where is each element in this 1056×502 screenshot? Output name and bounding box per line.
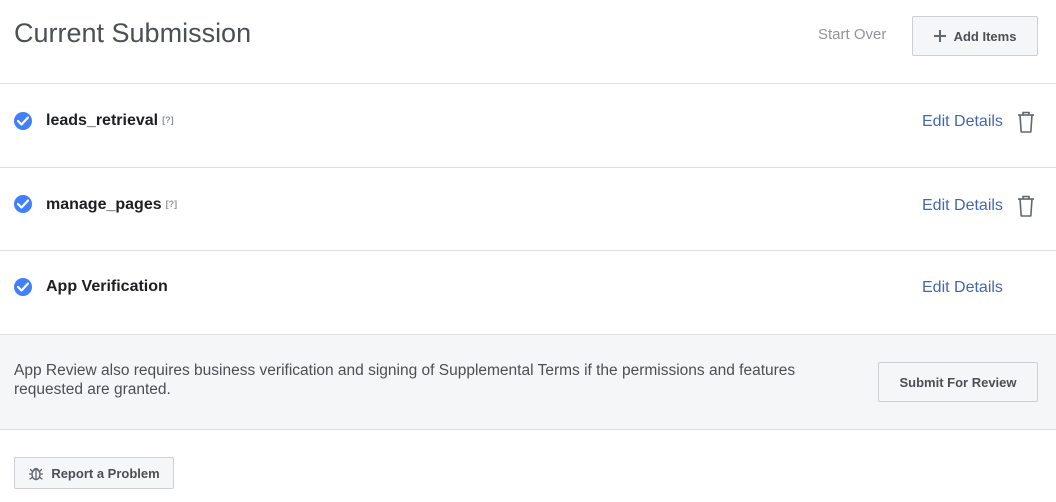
page-title: Current Submission [14,18,252,48]
item-name-text: leads_retrieval [46,112,159,129]
submit-for-review-button[interactable]: Submit For Review [878,362,1038,402]
item-name: App Verification [46,278,168,295]
review-notice: App Review also requires business verifi… [0,335,1056,430]
trash-icon[interactable] [1016,194,1036,223]
add-items-button[interactable]: Add Items [912,16,1038,56]
bug-icon [28,465,44,481]
list-item: manage_pages [?] Edit Details [0,168,1056,251]
list-item: App Verification Edit Details [0,251,1056,335]
start-over-link[interactable]: Start Over [818,26,886,43]
edit-details-link[interactable]: Edit Details [922,197,1003,215]
item-name: manage_pages [?] [46,196,177,214]
item-name: leads_retrieval [?] [46,112,174,130]
notice-text: App Review also requires business verifi… [14,362,796,398]
help-link[interactable]: [?] [166,199,178,209]
item-name-text: manage_pages [46,196,162,213]
plus-icon [933,30,946,42]
list-item: leads_retrieval [?] Edit Details [0,84,1056,168]
check-circle-icon [14,112,32,130]
report-problem-button[interactable]: Report a Problem [14,457,174,489]
check-circle-icon [14,278,32,296]
report-problem-label: Report a Problem [51,465,160,481]
trash-icon[interactable] [1016,110,1036,139]
add-items-label: Add Items [953,28,1017,44]
help-link[interactable]: [?] [162,115,174,125]
edit-details-link[interactable]: Edit Details [922,279,1003,297]
check-circle-icon [14,195,32,213]
submission-header: Current Submission Start Over Add Items [0,0,1056,84]
edit-details-link[interactable]: Edit Details [922,113,1003,131]
